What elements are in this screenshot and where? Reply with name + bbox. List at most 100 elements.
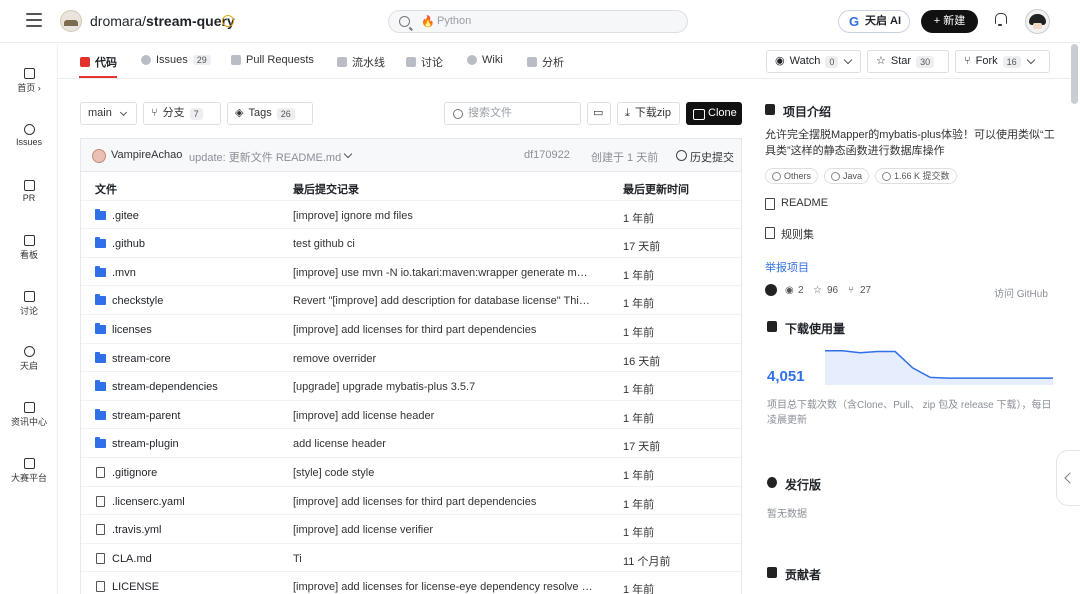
file-name[interactable]: stream-parent <box>112 410 282 422</box>
readme-link[interactable]: README <box>765 197 828 210</box>
file-update-time: 1 年前 <box>623 298 655 311</box>
commits-tag[interactable]: 1.66 K 提交数 <box>875 168 957 184</box>
new-button[interactable]: + 新建 <box>921 10 978 33</box>
fork-button[interactable]: ⑂ Fork 16 <box>955 50 1050 73</box>
file-name[interactable]: .mvn <box>112 267 282 279</box>
file-name[interactable]: checkstyle <box>112 295 282 307</box>
repo-title[interactable]: dromara/stream-query <box>90 13 235 29</box>
author-avatar[interactable] <box>92 149 106 163</box>
file-commit-message[interactable]: [improve] ignore md files <box>293 210 593 222</box>
collapse-panel-button[interactable] <box>1056 450 1080 506</box>
active-tab-indicator <box>79 76 117 78</box>
language-tag[interactable]: Java <box>824 168 870 184</box>
file-name[interactable]: .licenserc.yaml <box>112 496 282 508</box>
table-row[interactable]: checkstyle Revert "[improve] add descript… <box>81 286 741 315</box>
file-name[interactable]: LICENSE <box>112 581 282 593</box>
col-header-file: 文件 <box>95 184 117 196</box>
folder-icon <box>95 351 106 363</box>
desktop-icon[interactable]: ▭ <box>587 102 611 125</box>
license-tag[interactable]: Others <box>765 168 819 184</box>
download-zip-button[interactable]: ⤓ 下载zip <box>617 102 680 125</box>
table-row[interactable]: .travis.yml [improve] add license verifie… <box>81 515 741 544</box>
file-commit-message[interactable]: [improve] add licenses for license-eye d… <box>293 581 593 593</box>
eye-icon: ◉ <box>785 285 794 296</box>
download-icon: ⤓ <box>625 107 630 119</box>
sidebar-item-issues[interactable]: Issues <box>0 124 58 147</box>
table-row[interactable]: licenses [improve] add licenses for third… <box>81 315 741 344</box>
file-commit-message[interactable]: [upgrade] upgrade mybatis-plus 3.5.7 <box>293 381 593 393</box>
branches-button[interactable]: ⑂ 分支 7 <box>143 102 221 125</box>
sidebar-item-contest[interactable]: 大赛平台 <box>0 458 58 484</box>
chevron-down-icon[interactable] <box>343 149 353 159</box>
commit-message[interactable]: update: 更新文件 README.md <box>189 149 341 165</box>
tags-button[interactable]: ◈ Tags 26 <box>227 102 313 125</box>
page-scrollbar[interactable] <box>1071 44 1078 104</box>
report-link[interactable]: 举报项目 <box>765 259 809 275</box>
commit-sha[interactable]: df170922 <box>524 149 570 161</box>
file-commit-message[interactable]: test github ci <box>293 238 593 250</box>
sidebar-item-pr[interactable]: PR <box>0 180 58 203</box>
file-commit-message[interactable]: Revert "[improve] add description for da… <box>293 295 593 307</box>
table-row[interactable]: LICENSE [improve] add licenses for licens… <box>81 572 741 594</box>
tab-pull-requests[interactable]: Pull Requests <box>231 54 314 66</box>
github-icon[interactable] <box>765 284 777 296</box>
table-row[interactable]: stream-plugin add license header 17 天前 <box>81 429 741 458</box>
file-commit-message[interactable]: add license header <box>293 438 593 450</box>
file-commit-message[interactable]: [improve] add license verifier <box>293 524 593 536</box>
rules-link[interactable]: 规则集 <box>765 226 814 242</box>
sidebar-item-discussion[interactable]: 讨论 <box>0 291 58 317</box>
sidebar-item-home[interactable]: 首页 › <box>0 68 58 94</box>
table-row[interactable]: .gitee [improve] ignore md files 1 年前 <box>81 201 741 230</box>
global-search-input[interactable]: 🔥 Python <box>388 10 688 33</box>
file-name[interactable]: stream-plugin <box>112 438 282 450</box>
file-name[interactable]: stream-core <box>112 353 282 365</box>
repo-avatar[interactable] <box>60 10 82 32</box>
file-commit-message[interactable]: [style] code style <box>293 467 593 479</box>
sidebar-item-board[interactable]: 看板 <box>0 235 58 261</box>
tab-wiki[interactable]: Wiki <box>467 54 503 66</box>
tab-discussion[interactable]: 讨论 <box>406 54 443 70</box>
tab-code[interactable]: 代码 <box>80 54 117 70</box>
repo-owner[interactable]: dromara <box>90 13 142 29</box>
tab-issues[interactable]: Issues 29 <box>141 54 211 66</box>
ai-button[interactable]: G 天启 AI <box>838 10 910 33</box>
bell-icon[interactable] <box>994 13 1007 26</box>
table-row[interactable]: stream-parent [improve] add license heade… <box>81 401 741 430</box>
table-row[interactable]: stream-dependencies [upgrade] upgrade myb… <box>81 372 741 401</box>
file-commit-message[interactable]: [improve] use mvn -N io.takari:maven:wra… <box>293 267 593 279</box>
file-name[interactable]: stream-dependencies <box>112 381 282 393</box>
tab-analysis[interactable]: 分析 <box>527 54 564 70</box>
file-commit-message[interactable]: [improve] add licenses for third part de… <box>293 496 593 508</box>
table-row[interactable]: CLA.md Ti 11 个月前 <box>81 544 741 573</box>
file-search-input[interactable]: 搜索文件 <box>444 102 581 125</box>
sidebar-item-news[interactable]: 资讯中心 <box>0 402 58 428</box>
file-name[interactable]: .gitee <box>112 210 282 222</box>
file-name[interactable]: CLA.md <box>112 553 282 565</box>
menu-icon[interactable] <box>26 13 42 27</box>
user-avatar[interactable] <box>1025 9 1050 34</box>
branch-select[interactable]: main <box>80 102 137 125</box>
news-icon <box>23 402 35 413</box>
file-commit-message[interactable]: [improve] add licenses for third part de… <box>293 324 593 336</box>
file-name[interactable]: .gitignore <box>112 467 282 479</box>
file-name[interactable]: .github <box>112 238 282 250</box>
file-commit-message[interactable]: [improve] add license header <box>293 410 593 422</box>
table-row[interactable]: stream-core remove overrider 16 天前 <box>81 344 741 373</box>
file-icon <box>96 552 105 564</box>
table-row[interactable]: .mvn [improve] use mvn -N io.takari:maven… <box>81 258 741 287</box>
file-commit-message[interactable]: Ti <box>293 553 593 565</box>
file-name[interactable]: licenses <box>112 324 282 336</box>
sidebar-item-tianqi[interactable]: 天启 <box>0 346 58 372</box>
visit-github-link[interactable]: 访问 GitHub <box>994 285 1048 300</box>
tab-pipeline[interactable]: 流水线 <box>337 54 385 70</box>
commit-author[interactable]: VampireAchao <box>111 149 182 161</box>
table-row[interactable]: .github test github ci 17 天前 <box>81 229 741 258</box>
star-button[interactable]: ☆ Star 30 <box>867 50 949 73</box>
table-row[interactable]: .licenserc.yaml [improve] add licenses fo… <box>81 487 741 516</box>
clone-button[interactable]: Clone <box>686 102 742 125</box>
history-button[interactable]: 历史提交 <box>676 149 734 165</box>
table-row[interactable]: .gitignore [style] code style 1 年前 <box>81 458 741 487</box>
file-name[interactable]: .travis.yml <box>112 524 282 536</box>
file-commit-message[interactable]: remove overrider <box>293 353 593 365</box>
watch-button[interactable]: ◉ Watch 0 <box>766 50 861 73</box>
